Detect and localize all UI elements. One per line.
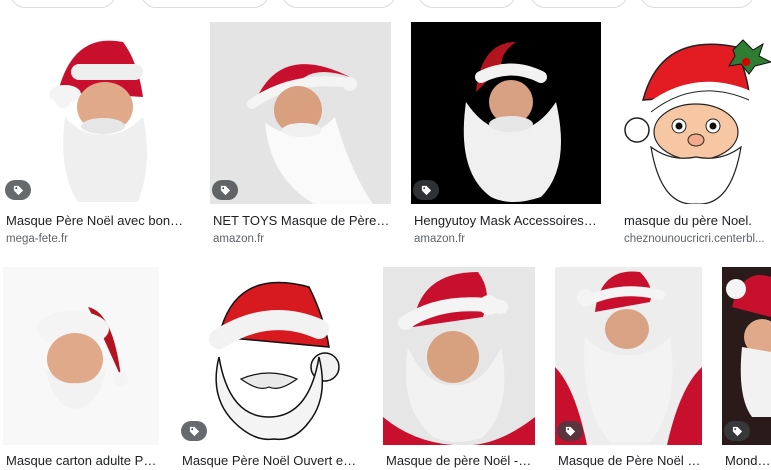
tag-icon	[421, 185, 431, 195]
product-tag	[212, 180, 238, 200]
result-source[interactable]: cheznounoucricri.centerbl...	[624, 232, 770, 246]
result-title[interactable]: Masque Père Noël Ouvert en ...	[182, 453, 362, 469]
result-thumbnail[interactable]	[3, 22, 191, 204]
filter-chip[interactable]	[10, 0, 116, 8]
tag-icon	[220, 185, 230, 195]
santa-cutout-image	[624, 39, 771, 204]
result-thumbnail[interactable]	[621, 22, 771, 204]
image-result-card[interactable]: Hengyutoy Mask Accessoires d... amazon.f…	[411, 22, 601, 247]
image-result-card[interactable]: Masque carton adulte Pè...	[3, 267, 159, 470]
result-title[interactable]: Masque Père Noël avec bonnet ...	[6, 213, 190, 229]
product-tag	[5, 180, 31, 200]
tag-icon	[732, 426, 742, 436]
image-result-card[interactable]: Masque de père Noël - C...	[383, 267, 535, 470]
image-result-card[interactable]: NET TOYS Masque de Père N... amazon.fr	[210, 22, 391, 247]
filter-chip[interactable]	[530, 0, 628, 8]
tag-icon	[565, 426, 575, 436]
image-result-card[interactable]: Masque de Père Noël p...	[555, 267, 702, 470]
santa-cutout-image	[209, 281, 340, 441]
image-result-card[interactable]: Masque Père Noël Ouvert en ...	[179, 267, 363, 470]
result-thumbnail[interactable]	[555, 267, 702, 445]
filter-chip[interactable]	[282, 0, 396, 8]
product-tag	[724, 421, 750, 441]
tag-icon	[189, 426, 199, 436]
result-title[interactable]: Masque de père Noël - C...	[386, 453, 534, 469]
result-source[interactable]: amazon.fr	[213, 232, 390, 246]
result-title[interactable]: Masque de Père Noël p...	[558, 453, 701, 469]
santa-mask-image	[49, 40, 148, 202]
result-thumbnail[interactable]	[179, 267, 363, 445]
result-source[interactable]: mega-fete.fr	[6, 232, 190, 246]
result-source[interactable]: amazon.fr	[414, 232, 600, 246]
image-result-card[interactable]: Masque Père Noël avec bonnet ... mega-fe…	[3, 22, 191, 247]
filter-chip[interactable]	[640, 0, 754, 8]
image-result-card[interactable]: masque du père Noel. cheznounoucricri.ce…	[621, 22, 771, 247]
product-tag	[557, 421, 583, 441]
result-title[interactable]: Mondial-...	[725, 453, 771, 469]
result-thumbnail[interactable]	[210, 22, 391, 204]
tag-icon	[13, 185, 23, 195]
santa-mask-image	[555, 271, 702, 445]
filter-chip[interactable]	[141, 0, 269, 8]
result-thumbnail[interactable]	[722, 267, 771, 445]
filter-chip[interactable]	[418, 0, 516, 8]
result-title[interactable]: Masque carton adulte Pè...	[6, 453, 158, 469]
santa-mask-image	[37, 307, 128, 409]
santa-mask-image	[383, 272, 535, 445]
santa-mask-image	[726, 275, 771, 417]
result-thumbnail[interactable]	[383, 267, 535, 445]
result-thumbnail[interactable]	[3, 267, 159, 445]
image-result-card[interactable]: Mondial-...	[722, 267, 771, 470]
product-tag	[181, 421, 207, 441]
santa-mask-image	[247, 64, 373, 204]
result-title[interactable]: Hengyutoy Mask Accessoires d...	[414, 213, 600, 229]
result-thumbnail[interactable]	[411, 22, 601, 204]
santa-mask-image	[463, 42, 561, 202]
product-tag	[413, 180, 439, 200]
result-title[interactable]: NET TOYS Masque de Père N...	[213, 213, 390, 229]
result-title[interactable]: masque du père Noel.	[624, 213, 770, 229]
